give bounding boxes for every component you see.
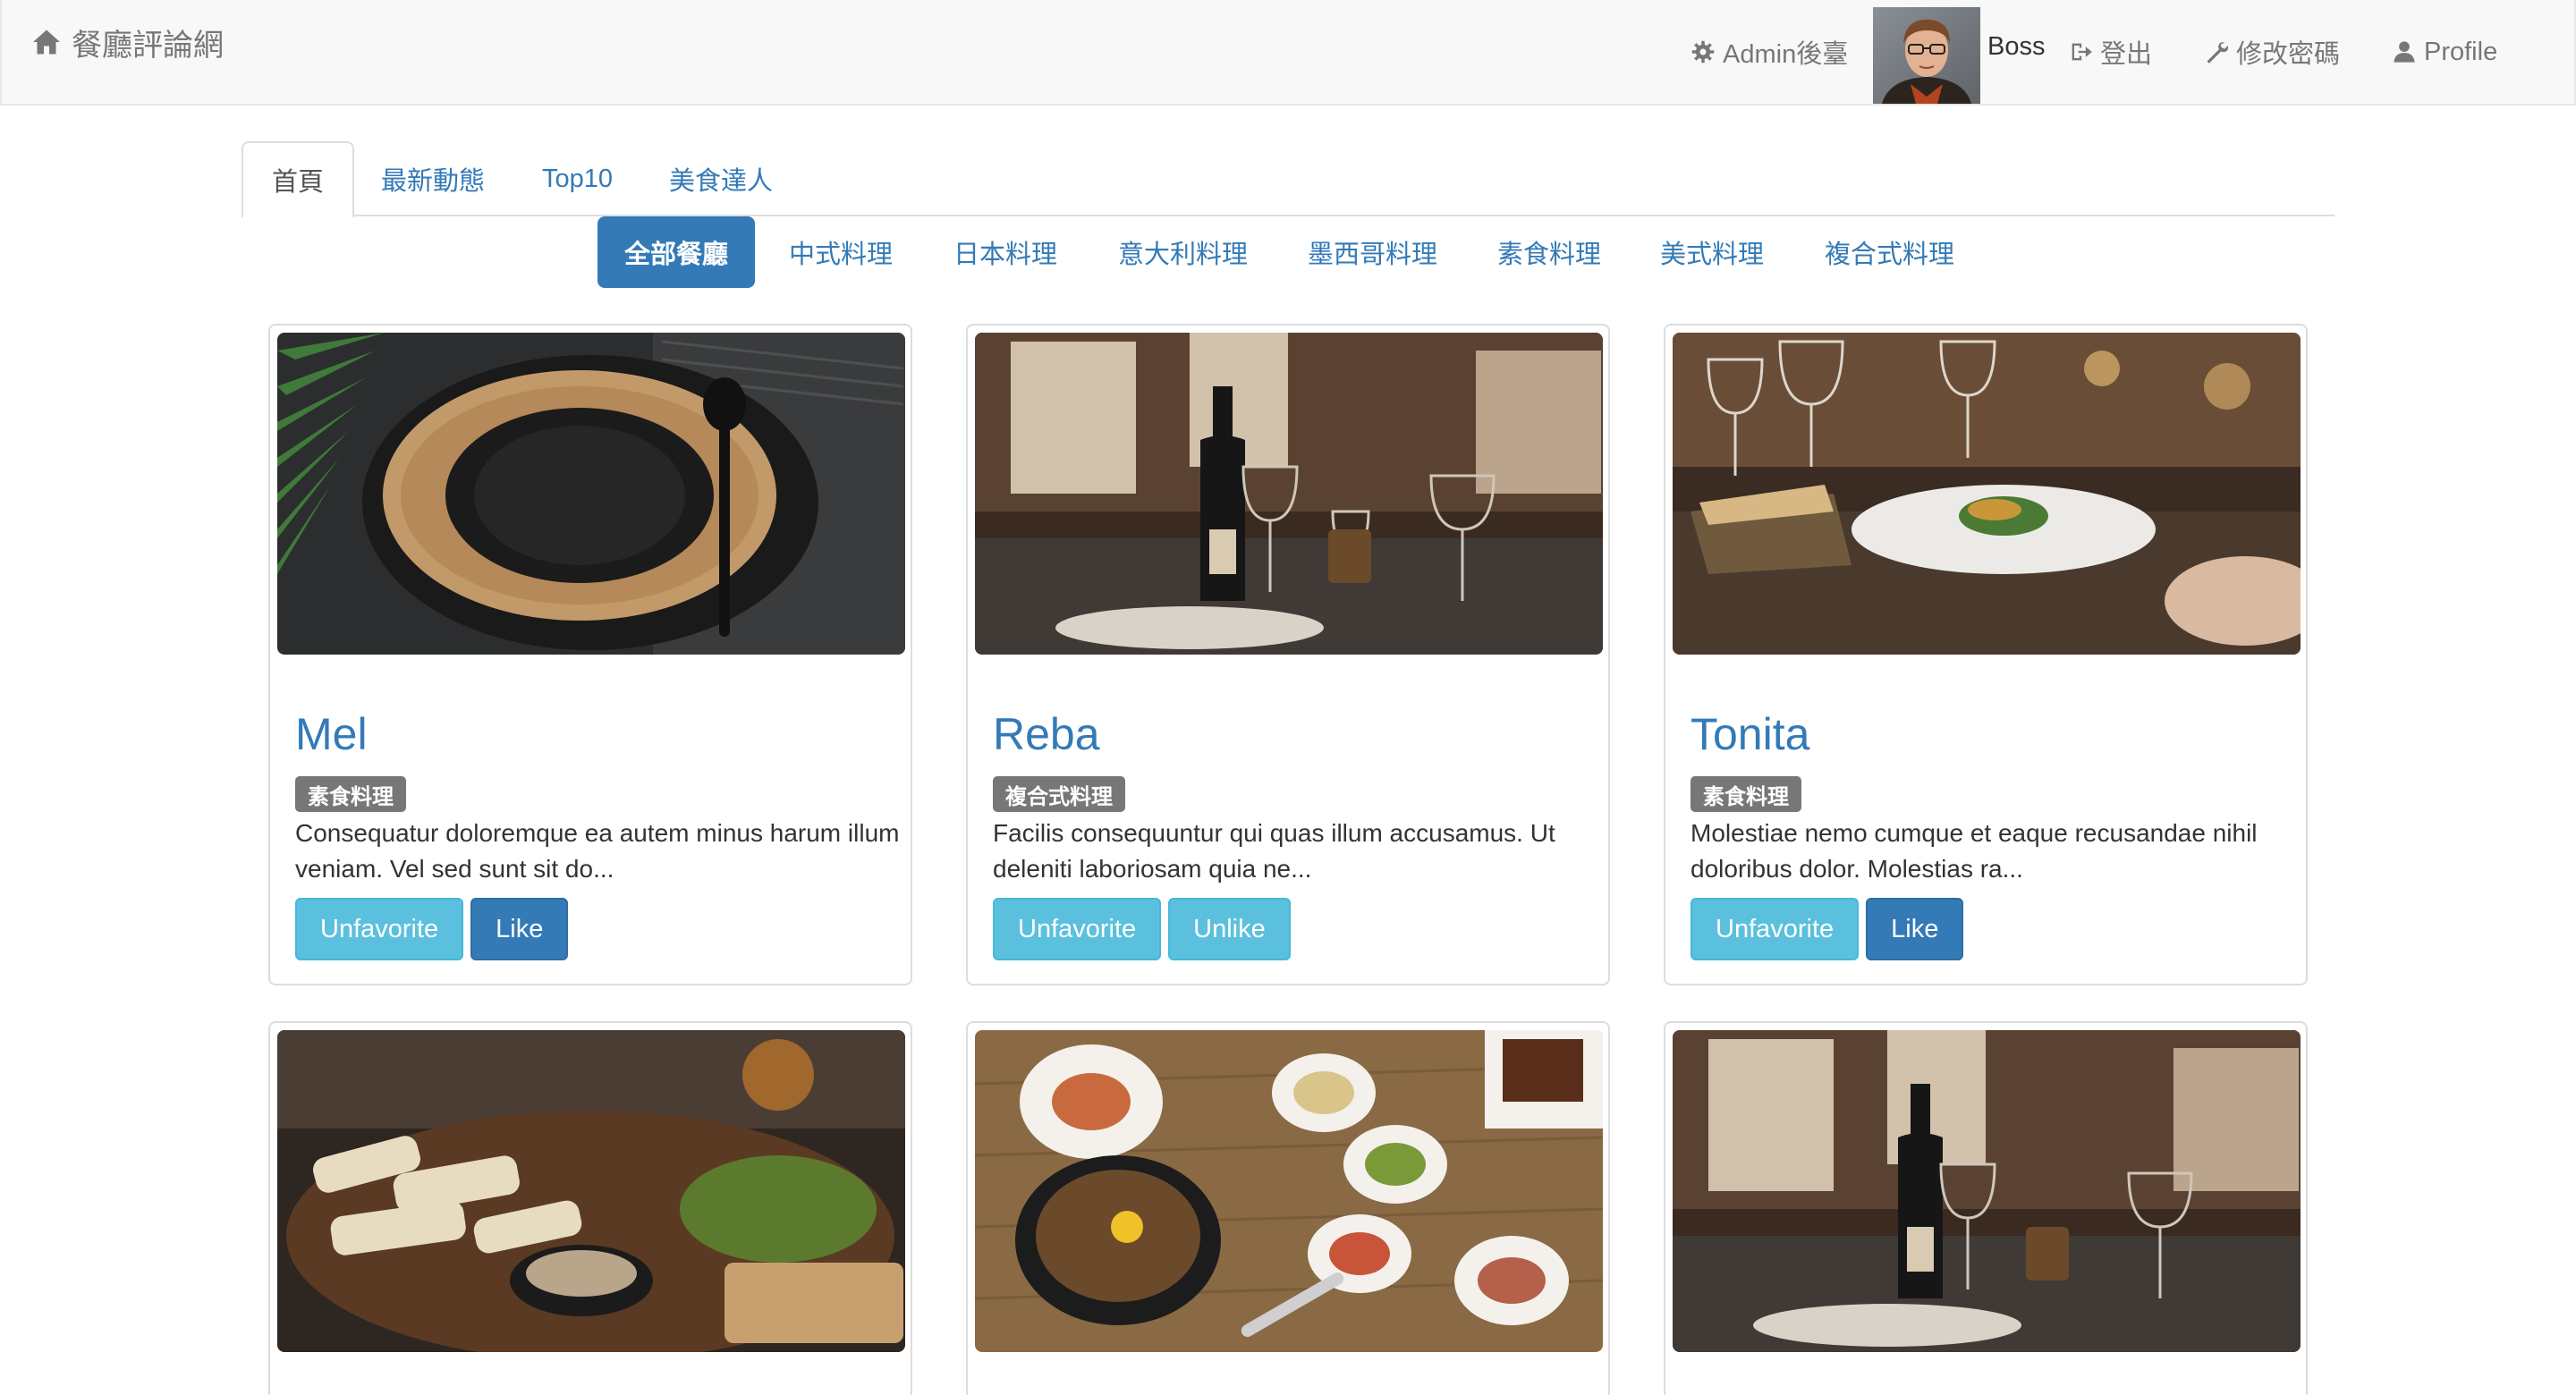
restaurant-description: Facilis consequuntur qui quas illum accu…	[993, 819, 1555, 883]
restaurant-image[interactable]	[975, 1030, 1603, 1352]
category-badge: 複合式料理	[993, 776, 1125, 812]
category-fusion[interactable]: 複合式料理	[1798, 216, 1981, 288]
card-actions: Unfavorite Like	[1690, 898, 1964, 960]
korean-dishes-photo	[975, 1030, 1603, 1352]
restaurant-image[interactable]	[1673, 333, 2301, 655]
tab-top10[interactable]: Top10	[513, 141, 641, 216]
category-american[interactable]: 美式料理	[1633, 216, 1791, 288]
logout-link[interactable]: 登出	[2068, 25, 2152, 79]
plate-photo	[277, 333, 905, 655]
category-japanese[interactable]: 日本料理	[927, 216, 1084, 288]
brand-link[interactable]: 餐廳評論網	[30, 21, 224, 63]
restaurant-card	[1664, 1021, 2308, 1395]
profile-label: Profile	[2424, 37, 2498, 66]
tab-foodies[interactable]: 美食達人	[640, 141, 801, 216]
profile-link[interactable]: Profile	[2392, 25, 2497, 79]
category-mexican[interactable]: 墨西哥料理	[1281, 216, 1464, 288]
restaurant-image[interactable]	[1673, 1030, 2301, 1352]
grilled-dish-photo	[277, 1030, 905, 1352]
wrench-icon	[2207, 42, 2229, 63]
category-badge: 素食料理	[1690, 776, 1801, 812]
restaurant-description: Consequatur doloremque ea autem minus ha…	[295, 819, 900, 883]
dining-table-photo	[1673, 333, 2301, 655]
restaurant-description: Molestiae nemo cumque et eaque recusanda…	[1690, 819, 2258, 883]
restaurant-name[interactable]: Reba	[993, 708, 1100, 760]
restaurant-card: Mel 素食料理 Consequatur doloremque ea autem…	[268, 324, 912, 985]
brand-label: 餐廳評論網	[72, 28, 224, 63]
restaurant-image[interactable]	[277, 1030, 905, 1352]
card-actions: Unfavorite Like	[295, 898, 569, 960]
restaurant-name[interactable]: Tonita	[1690, 708, 1809, 760]
change-password-link[interactable]: 修改密碼	[2204, 25, 2340, 79]
wine-table-photo	[1673, 1030, 2301, 1352]
restaurant-card: Reba 複合式料理 Facilis consequuntur qui quas…	[966, 324, 1610, 985]
home-icon	[33, 30, 60, 55]
top-navbar: 餐廳評論網 Admin後臺 Boss 登出 修改密碼 Profile	[0, 0, 2576, 106]
avatar[interactable]	[1873, 7, 1980, 104]
unlike-button[interactable]: Unlike	[1168, 898, 1291, 960]
category-italian[interactable]: 意大利料理	[1091, 216, 1275, 288]
main-tabs: 首頁 最新動態 Top10 美食達人	[242, 141, 2334, 218]
gear-icon	[1691, 40, 1715, 63]
wine-table-photo	[975, 333, 1603, 655]
admin-link[interactable]: Admin後臺	[1690, 25, 1848, 79]
logout-icon	[2072, 43, 2092, 61]
admin-label: Admin後臺	[1723, 40, 1849, 69]
avatar-image	[1873, 7, 1980, 104]
logout-label: 登出	[2100, 40, 2153, 69]
category-badge: 素食料理	[295, 776, 406, 812]
like-button[interactable]: Like	[1866, 898, 1964, 960]
tab-latest[interactable]: 最新動態	[352, 141, 513, 216]
unfavorite-button[interactable]: Unfavorite	[993, 898, 1162, 960]
change-password-label: 修改密碼	[2236, 40, 2341, 69]
restaurant-image[interactable]	[975, 333, 1603, 655]
restaurant-image[interactable]	[277, 333, 905, 655]
restaurant-card: Tonita 素食料理 Molestiae nemo cumque et eaq…	[1664, 324, 2308, 985]
tab-home[interactable]: 首頁	[242, 141, 355, 218]
restaurant-card	[966, 1021, 1610, 1395]
restaurant-name[interactable]: Mel	[295, 708, 368, 760]
user-name: Boss	[1987, 32, 2046, 61]
category-vegetarian[interactable]: 素食料理	[1470, 216, 1628, 288]
category-all[interactable]: 全部餐廳	[597, 216, 756, 288]
user-icon	[2394, 41, 2415, 63]
like-button[interactable]: Like	[470, 898, 569, 960]
category-chinese[interactable]: 中式料理	[762, 216, 919, 288]
unfavorite-button[interactable]: Unfavorite	[1690, 898, 1860, 960]
unfavorite-button[interactable]: Unfavorite	[295, 898, 464, 960]
restaurant-card	[268, 1021, 912, 1395]
card-actions: Unfavorite Unlike	[993, 898, 1291, 960]
